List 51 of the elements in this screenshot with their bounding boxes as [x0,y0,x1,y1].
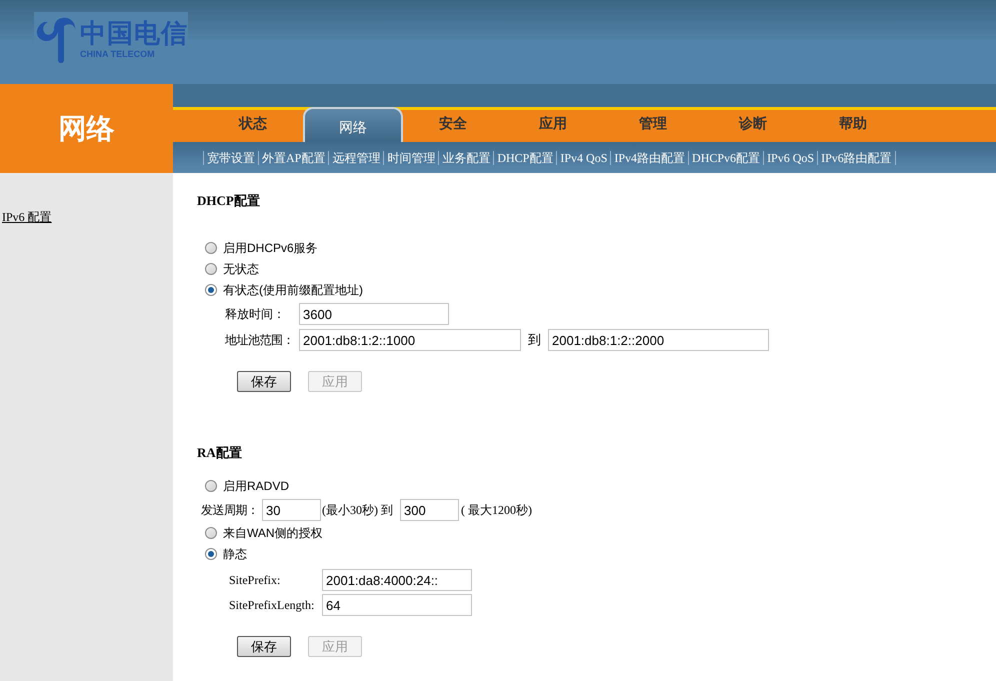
radio-label: 启用RADVD [223,478,290,494]
text-field[interactable]: 64 [322,594,472,616]
subnav-link[interactable]: IPv6 QoS [763,150,818,164]
subnav-link[interactable]: 业务配置 [438,150,494,164]
text-field[interactable]: 2001:db8:1:2::1000 [299,329,521,351]
nav-tab[interactable]: 状态 [203,110,303,142]
text-field[interactable]: 300 [400,499,459,521]
nav-tab[interactable]: 安全 [403,110,503,142]
form-button[interactable]: 保存 [237,636,291,657]
radio-button[interactable] [205,242,217,254]
form-button[interactable]: 保存 [237,371,291,392]
range-separator: 到 [528,331,541,350]
text-field[interactable]: 2001:db8:1:2::2000 [548,329,769,351]
subnav-link[interactable]: 远程管理 [328,150,384,164]
radio-button[interactable] [205,262,217,274]
subnav-link[interactable]: 时间管理 [383,150,438,164]
radio-label: 无状态 [223,260,259,278]
radio-button[interactable] [205,480,217,492]
radio-label: 有状态(使用前缀配置地址) [223,282,363,298]
text-field[interactable]: 2001:da8:4000:24:: [322,569,472,591]
field-label: 释放时间： [225,306,286,323]
subnav-link[interactable]: IPv6路由配置 [817,150,896,164]
field-label: 发送周期： [201,502,260,519]
subnav-link[interactable]: DHCP配置 [493,150,556,164]
range-note: ( 最大1200秒) [461,502,532,519]
nav-tab[interactable]: 网络 [303,107,403,142]
nav-tab[interactable]: 帮助 [803,110,903,142]
radio-label: 启用DHCPv6服务 [223,240,318,256]
subnav-link[interactable]: 外置AP配置 [258,150,328,164]
radio-button[interactable] [205,548,217,560]
section-title: 网络 [58,112,114,146]
field-label: 地址池范围： [225,332,295,349]
subnav-link[interactable]: DHCPv6配置 [688,150,764,164]
nav-tab[interactable]: 应用 [503,110,603,142]
subnav-link[interactable]: 宽带设置 [203,150,258,164]
field-label: SitePrefix: [229,572,282,589]
radio-button[interactable] [205,526,217,538]
field-label: SitePrefixLength: [229,597,316,614]
section-heading: DHCP配置 [197,192,261,210]
section-heading: RA配置 [197,444,243,462]
text-field[interactable]: 30 [262,499,321,521]
radio-label: 静态 [223,546,247,562]
sidebar-link[interactable]: IPv6 配置 [2,208,173,226]
radio-label: 来自WAN侧的授权 [223,524,323,542]
text-field[interactable]: 3600 [299,303,449,325]
subnav-link[interactable]: IPv4 QoS [556,150,610,164]
nav-tab[interactable]: 管理 [603,110,703,142]
radio-button[interactable] [205,284,217,296]
nav-tab[interactable]: 诊断 [703,110,803,142]
subnav-link[interactable]: IPv4路由配置 [610,150,688,164]
range-note: (最小30秒) 到 [322,502,394,519]
